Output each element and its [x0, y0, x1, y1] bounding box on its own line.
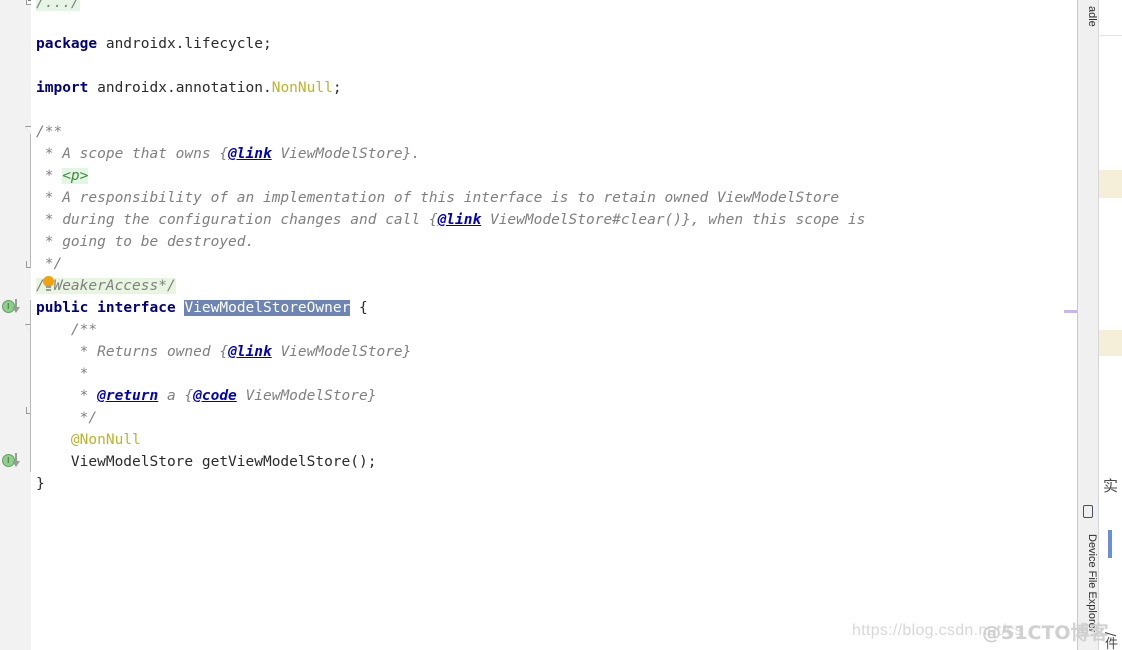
pane-highlight-band — [1099, 170, 1122, 198]
annotation-nonnull: @NonNull — [36, 432, 141, 448]
comment-text: * Returns owned { — [36, 344, 229, 360]
comment-text: * A scope that owns { — [36, 146, 229, 162]
code-line-inner-javadoc-3[interactable]: * @return a {@code ViewModelStore} — [36, 385, 377, 407]
code-text-area[interactable]: /.../ package androidx.lifecycle; import… — [31, 0, 1081, 650]
javadoc-link-tag: @link — [228, 146, 272, 162]
code-line-method-decl[interactable]: ViewModelStore getViewModelStore(); — [36, 451, 377, 473]
code-line-package[interactable]: package androidx.lifecycle; — [36, 33, 272, 55]
code-line-inner-javadoc-close[interactable]: */ — [36, 407, 97, 429]
code-line-javadoc-3[interactable]: * A responsibility of an implementation … — [36, 187, 839, 209]
pane-cjk-text: 实 — [1101, 478, 1119, 493]
fold-placeholder[interactable]: /.../ — [36, 0, 80, 11]
javadoc-return-tag: @return — [97, 388, 159, 404]
comment-text: * — [36, 388, 98, 404]
package-name: androidx.lifecycle; — [97, 36, 272, 52]
right-tool-window-bar: adle Device File Explorer — [1077, 0, 1099, 650]
import-path: androidx.annotation. — [88, 80, 272, 96]
implemented-marker[interactable]: I — [2, 298, 22, 314]
comment-text: /** — [36, 124, 63, 140]
comment-text: * — [36, 366, 89, 382]
code-line-nonnull-annotation[interactable]: @NonNull — [36, 429, 141, 451]
code-line-javadoc-open[interactable]: /** — [36, 121, 62, 143]
keyword-public: public — [36, 300, 89, 316]
code-line-folded-comment[interactable]: /.../ — [36, 0, 80, 14]
open-brace: { — [350, 300, 368, 316]
code-line-javadoc-close[interactable]: */ — [36, 253, 62, 275]
code-line-inner-javadoc-open[interactable]: /** — [36, 319, 97, 341]
editor-gutter[interactable] — [0, 0, 22, 650]
comment-text: */ — [36, 410, 98, 426]
watermark-51cto: @51CTO博客 — [982, 622, 1109, 644]
code-line-inner-javadoc-2[interactable]: * — [36, 363, 89, 385]
javadoc-link-tag: @link — [228, 344, 272, 360]
implemented-marker[interactable]: I — [2, 452, 22, 468]
import-class: NonNull — [271, 80, 333, 96]
comment-text: * going to be destroyed. — [36, 234, 255, 250]
code-line-weaker-access[interactable]: /*WeakerAccess*/ — [36, 275, 176, 297]
code-line-close-brace[interactable]: } — [36, 473, 45, 495]
javadoc-code-tag: @code — [193, 388, 237, 404]
comment-text: * A responsibility of an implementation … — [36, 190, 840, 206]
comment-text: * during the configuration changes and c… — [36, 212, 438, 228]
suppress-comment-text: /*WeakerAccess*/ — [36, 278, 176, 294]
comment-text: * — [36, 168, 63, 184]
sidebar-item-gradle[interactable]: adle — [1078, 0, 1098, 36]
keyword-interface: interface — [97, 300, 176, 316]
code-line-inner-javadoc-1[interactable]: * Returns owned {@link ViewModelStore} — [36, 341, 412, 363]
pane-highlight-band — [1099, 330, 1122, 356]
close-brace: } — [36, 476, 45, 492]
comment-text: a { — [158, 388, 194, 404]
code-line-javadoc-5[interactable]: * going to be destroyed. — [36, 231, 255, 253]
keyword-package: package — [36, 36, 98, 52]
device-icon — [1083, 505, 1093, 518]
arrow-down-icon — [12, 299, 21, 313]
comment-text: ViewModelStore} — [271, 344, 412, 360]
keyword-import: import — [36, 80, 89, 96]
code-line-javadoc-2[interactable]: * <p> — [36, 165, 89, 187]
selected-identifier[interactable]: ViewModelStoreOwner — [184, 300, 351, 316]
comment-text: /** — [36, 322, 98, 338]
code-line-javadoc-1[interactable]: * A scope that owns {@link ViewModelStor… — [36, 143, 420, 165]
arrow-down-icon — [12, 453, 21, 467]
pane-top-divider — [1098, 35, 1122, 36]
comment-text: */ — [36, 256, 63, 272]
code-line-javadoc-4[interactable]: * during the configuration changes and c… — [36, 209, 866, 231]
code-line-import[interactable]: import androidx.annotation.NonNull; — [36, 77, 342, 99]
semicolon: ; — [332, 80, 342, 96]
code-line-interface-decl[interactable]: public interface ViewModelStoreOwner { — [36, 297, 368, 319]
html-paragraph-tag: <p> — [62, 168, 89, 184]
javadoc-link-tag: @link — [437, 212, 482, 228]
intention-bulb-icon[interactable] — [42, 276, 55, 292]
comment-text: ViewModelStore} — [236, 388, 377, 404]
editor-window: I I /.../ package androidx.lifecycle; im… — [0, 0, 1122, 650]
comment-text: ViewModelStore}. — [271, 146, 421, 162]
pane-divider — [1098, 0, 1099, 650]
pane-blue-marker — [1108, 530, 1112, 558]
right-editor-pane: 实 /件 — [1098, 0, 1122, 650]
method-signature: ViewModelStore getViewModelStore(); — [36, 454, 377, 470]
comment-text: ViewModelStore#clear()}, when this scope… — [481, 212, 866, 228]
